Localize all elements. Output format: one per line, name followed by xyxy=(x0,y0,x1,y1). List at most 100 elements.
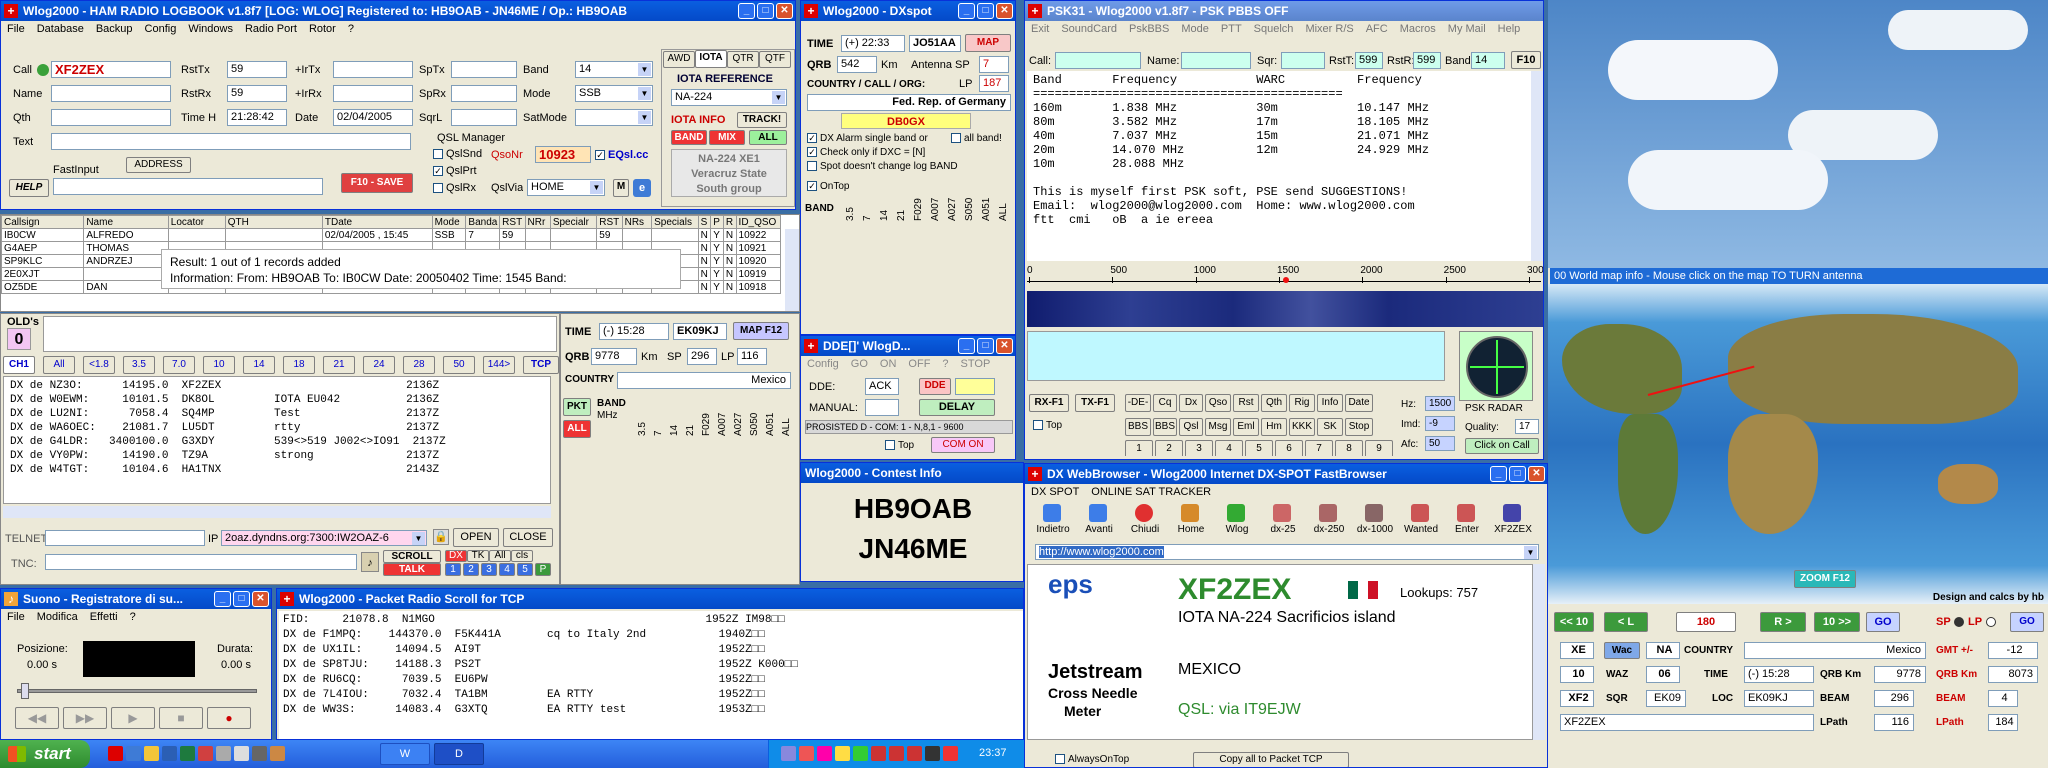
column-header[interactable]: RST xyxy=(596,215,623,229)
logbook-titlebar[interactable]: + Wlog2000 - HAM RADIO LOGBOOK v1.8f7 [LO… xyxy=(1,1,795,21)
map-nav-button-0[interactable]: << 10 xyxy=(1554,612,1594,632)
toolbar-label[interactable]: Wanted xyxy=(1399,524,1443,535)
maximize-button[interactable]: □ xyxy=(977,338,994,354)
menu-config[interactable]: Config xyxy=(807,358,839,370)
cluster-line[interactable]: DX de WA6OEC: 21081.7 LU5DT rtty 2137Z xyxy=(10,421,544,435)
iota-band-button[interactable]: BAND xyxy=(671,130,707,145)
toolbar-xf2zex-icon[interactable] xyxy=(1503,504,1521,522)
psk-macro-button[interactable]: Msg xyxy=(1205,418,1231,436)
grid-scrollbar[interactable] xyxy=(785,229,799,311)
menu-file[interactable]: File xyxy=(7,611,25,623)
menu-windows[interactable]: Windows xyxy=(188,23,233,35)
zoom-f12-button[interactable]: ZOOM F12 xyxy=(1794,570,1856,588)
psk-macro-button[interactable]: 1 xyxy=(1125,440,1153,456)
psk-radar[interactable] xyxy=(1459,331,1533,401)
seek-slider[interactable] xyxy=(17,689,257,693)
menu-help[interactable]: ? xyxy=(130,611,136,623)
psk-macro-button[interactable]: SK xyxy=(1317,418,1343,436)
lp-radio-label[interactable]: LP xyxy=(1968,616,1982,628)
qth-input[interactable] xyxy=(51,109,171,126)
toolbar-chiudi-icon[interactable] xyxy=(1135,504,1153,522)
toolbar-label[interactable]: Enter xyxy=(1445,524,1489,535)
toolbar-wanted-icon[interactable] xyxy=(1411,504,1429,522)
psk-tx-area[interactable] xyxy=(1027,331,1445,381)
tray-icon[interactable] xyxy=(907,746,922,761)
tab-iota[interactable]: IOTA xyxy=(695,50,727,68)
web-titlebar[interactable]: + DX WebBrowser - Wlog2000 Internet DX-SP… xyxy=(1025,464,1547,484)
psk-macro-button[interactable]: KKK xyxy=(1289,418,1315,436)
column-header[interactable]: Specials xyxy=(651,215,699,229)
menu-item[interactable]: My Mail xyxy=(1448,23,1486,35)
maximize-button[interactable]: □ xyxy=(757,3,774,19)
web-vscroll[interactable] xyxy=(1533,564,1545,740)
column-header[interactable]: QTH xyxy=(224,215,323,229)
packet-line[interactable]: DX de SP8TJU: 14188.3 PS2T 1952Z K000□□ xyxy=(283,658,1019,673)
column-header[interactable]: ID_QSO xyxy=(735,215,782,229)
band-filter-9[interactable]: 24 xyxy=(363,356,395,374)
iota-mix-button[interactable]: MIX xyxy=(709,130,745,145)
cluster-line[interactable]: DX de LU2NI: 7058.4 SQ4MP Test 2137Z xyxy=(10,407,544,421)
toolbar-label[interactable]: Indietro xyxy=(1031,524,1075,535)
macro-button-2[interactable]: 2 xyxy=(463,563,479,576)
column-header[interactable]: NRr xyxy=(524,215,551,229)
toolbar-home-icon[interactable] xyxy=(1181,504,1199,522)
map-nav-button-4[interactable]: 10 >> xyxy=(1814,612,1860,632)
cluster-line[interactable]: DX de VY0PW: 14190.0 TZ9A strong 2137Z xyxy=(10,449,544,463)
psk-macro-button[interactable]: Info xyxy=(1317,394,1343,412)
sound-titlebar[interactable]: ♪ Suono - Registratore di su... _ □ ✕ xyxy=(1,589,271,609)
alwaysontop-check[interactable]: AlwaysOnTop xyxy=(1055,754,1129,765)
app-icon[interactable] xyxy=(252,746,267,761)
tray-icon[interactable] xyxy=(799,746,814,761)
tray-icon[interactable] xyxy=(817,746,832,761)
band-filter-11[interactable]: 50 xyxy=(443,356,475,374)
toolbar-wlog-icon[interactable] xyxy=(1227,504,1245,522)
maximize-button[interactable]: □ xyxy=(1509,466,1526,482)
close-button[interactable]: ✕ xyxy=(996,3,1013,19)
psk-name-input[interactable] xyxy=(1181,52,1251,69)
date-input[interactable]: 02/04/2005 xyxy=(333,109,413,126)
word-icon[interactable] xyxy=(162,746,177,761)
telnet-input[interactable] xyxy=(45,530,205,546)
psk-macro-button[interactable]: Cq xyxy=(1153,394,1177,412)
text-input[interactable] xyxy=(51,133,411,150)
menu-dx-spot[interactable]: DX SPOT xyxy=(1031,486,1079,498)
address-button[interactable]: ADDRESS xyxy=(126,157,191,173)
menu-off[interactable]: OFF xyxy=(908,358,930,370)
column-header[interactable]: Callsign xyxy=(1,215,85,229)
macro-button-1[interactable]: 1 xyxy=(445,563,461,576)
close-button[interactable]: ✕ xyxy=(996,338,1013,354)
tk-button[interactable]: TK xyxy=(467,550,489,562)
psk-macro-button[interactable]: Qso xyxy=(1205,394,1231,412)
all-band-check[interactable]: all band! xyxy=(951,133,1002,144)
band-select[interactable]: 14 ▼ xyxy=(575,61,653,78)
toolbar-label[interactable]: XF2ZEX xyxy=(1491,524,1535,535)
column-header[interactable]: Name xyxy=(83,215,169,229)
ie-icon[interactable] xyxy=(126,746,141,761)
spot-band-check[interactable]: Spot doesn't change log BAND xyxy=(807,161,958,172)
menu-rotor[interactable]: Rotor xyxy=(309,23,336,35)
band-filter-1[interactable]: All xyxy=(43,356,75,374)
band-filter-3[interactable]: 3.5 xyxy=(123,356,155,374)
tray-icon[interactable] xyxy=(925,746,940,761)
radio-icon[interactable] xyxy=(1986,617,1996,627)
fastinput-field[interactable] xyxy=(53,178,323,195)
all-filter-button[interactable]: ALL xyxy=(563,420,591,438)
close-button[interactable]: ✕ xyxy=(776,3,793,19)
toolbar-enter-icon[interactable] xyxy=(1457,504,1475,522)
column-header[interactable]: S xyxy=(697,215,712,229)
toolbar-label[interactable]: dx-250 xyxy=(1307,524,1351,535)
swiss-flag-icon[interactable] xyxy=(108,746,123,761)
cluster-line[interactable]: DX de W0EWM: 10101.5 DK8OL IOTA EU042 21… xyxy=(10,393,544,407)
band-filter-7[interactable]: 18 xyxy=(283,356,315,374)
sp-radio-label[interactable]: SP xyxy=(1936,616,1951,628)
map-nav-button-1[interactable]: < L xyxy=(1604,612,1648,632)
psk-macro-button[interactable]: -DE- xyxy=(1125,394,1151,412)
column-header[interactable]: NRs xyxy=(621,215,653,229)
qslprt-check[interactable]: ✓ QslPrt xyxy=(433,165,477,177)
psk-macro-button[interactable]: Hm xyxy=(1261,418,1287,436)
psk-titlebar[interactable]: + PSK31 - Wlog2000 v1.8f7 - PSK PBBS OFF xyxy=(1025,1,1543,21)
map-nav-button-2[interactable]: 180 xyxy=(1676,612,1736,632)
cluster-list[interactable]: DX de NZ3O: 14195.0 XF2ZEX 2136Z DX de W0… xyxy=(3,376,551,504)
map-go-button[interactable]: GO xyxy=(2010,612,2044,632)
irtx-input[interactable] xyxy=(333,61,413,78)
